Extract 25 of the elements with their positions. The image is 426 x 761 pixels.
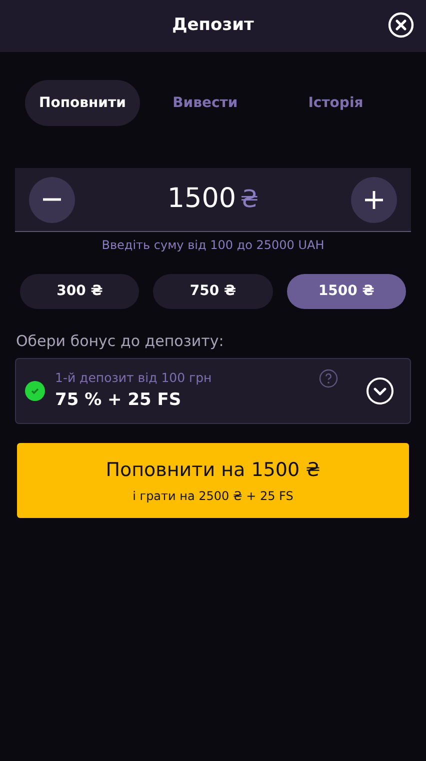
amount-value: 1500	[167, 182, 236, 216]
amount-field[interactable]: 1500₴	[15, 168, 411, 232]
minus-icon	[43, 198, 61, 201]
amount-preset-button[interactable]: 1500 ₴	[286, 274, 406, 309]
plus-button[interactable]	[350, 176, 397, 222]
deposit-button[interactable]: Поповнити на 1500 ₴ і грати на 2500 ₴ + 25 FS	[17, 443, 409, 518]
amount-hint: Введіть суму від 100 до 25000 UAH	[102, 238, 324, 252]
currency-sign: ₴	[240, 184, 259, 216]
bonus-caption: 1-й депозит від 100 грн	[55, 368, 212, 387]
tab[interactable]: Поповнити	[25, 80, 140, 126]
bonus-label: Обери бонус до депозиту:	[16, 332, 224, 350]
minus-button[interactable]	[29, 176, 75, 222]
amount-preset-button[interactable]: 300 ₴	[20, 274, 140, 309]
help-icon[interactable]	[319, 369, 338, 388]
tab[interactable]: Історія	[270, 80, 401, 126]
bonus-value: 75 % + 25 FS	[55, 388, 182, 412]
chevron-down-icon[interactable]	[366, 377, 394, 405]
amount-preset-button[interactable]: 750 ₴	[153, 274, 273, 309]
window-title: Депозит	[172, 14, 254, 38]
plus-icon	[364, 190, 383, 208]
close-icon[interactable]	[388, 12, 414, 38]
bonus-selector[interactable]: 1-й депозит від 100 грн 75 % + 25 FS	[15, 358, 411, 424]
deposit-button-sublabel: і грати на 2500 ₴ + 25 FS	[132, 488, 294, 505]
tab[interactable]: Вивести	[140, 80, 270, 126]
deposit-button-label: Поповнити на 1500 ₴	[106, 458, 320, 484]
